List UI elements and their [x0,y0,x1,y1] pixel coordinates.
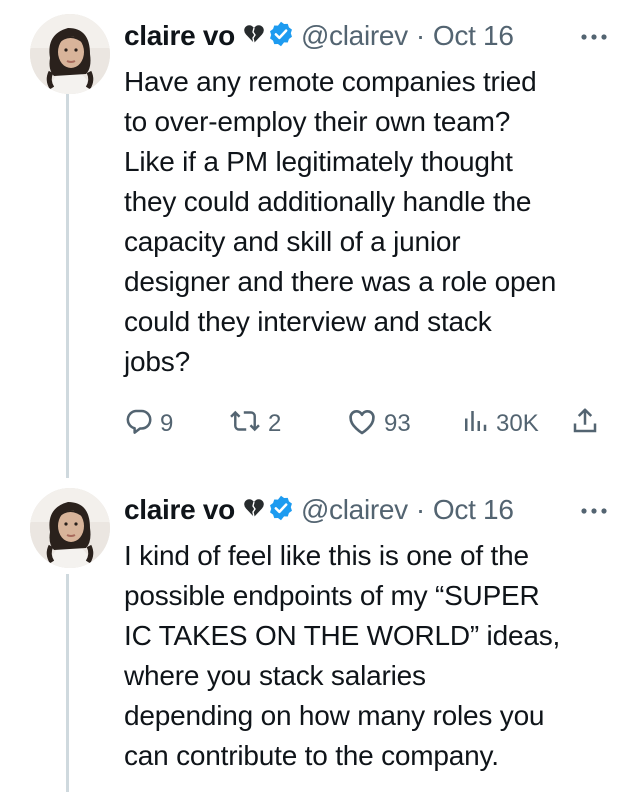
timestamp[interactable]: Oct 16 [433,20,514,52]
author-name[interactable]: claire vo [124,494,235,526]
tweet-text-line: Like if a PM legitimately thought [124,146,513,177]
separator-dot: · [415,494,425,525]
tweet-text-line: where you stack salaries [124,660,426,691]
author-handle[interactable]: @clairev [301,494,408,526]
view-count: 30K [496,410,539,437]
reply-icon [124,406,154,443]
verified-badge-icon[interactable] [267,494,295,527]
avatar[interactable] [30,14,110,94]
thread-connector-line [66,574,69,792]
black-heart-icon [243,23,265,50]
tweet-text-line: IC TAKES ON THE WORLD” ideas, [124,620,561,651]
more-icon[interactable] [580,30,608,48]
tweet-header: claire vo @clairev · Oct 16 [124,16,614,56]
tweet-text-line: possible endpoints of my “SUPER [124,580,540,611]
tweet-text-line: can contribute to the company. [124,740,499,771]
tweet-text-line: could they interview and stack [124,306,492,337]
tweet-text-line: Have any remote companies tried [124,66,537,97]
verified-badge-icon[interactable] [267,20,295,53]
author-name[interactable]: claire vo [124,20,235,52]
tweet-header: claire vo @clairev · Oct 16 [124,490,614,530]
thread-connector-line [66,94,69,478]
reply-button[interactable]: 9 [124,406,173,443]
tweet-text-line: they could additionally handle the [124,186,532,217]
timestamp[interactable]: Oct 16 [433,494,514,526]
views-button[interactable]: 30K [460,406,539,443]
repost-count: 2 [268,410,282,437]
tweet-text-line: jobs? [124,346,190,377]
share-icon [570,406,600,443]
repost-icon [228,406,262,443]
author-handle[interactable]: @clairev [301,20,408,52]
tweet-text-line: to over-employ their own team? [124,106,511,137]
tweet-text: Have any remote companies tried to over-… [124,62,616,382]
like-icon [346,406,378,443]
tweet-text-line: designer and there was a role open [124,266,557,297]
repost-button[interactable]: 2 [228,406,281,443]
tweet-text-line: I kind of feel like this is one of the [124,540,529,571]
tweet-text-line: depending on how many roles you [124,700,545,731]
more-icon[interactable] [580,504,608,522]
tweet-text: I kind of feel like this is one of the p… [124,536,616,776]
avatar[interactable] [30,488,110,568]
share-button[interactable] [570,406,600,443]
tweet-text-line: capacity and skill of a junior [124,226,461,257]
black-heart-icon [243,497,265,524]
separator-dot: · [415,20,425,51]
like-count: 93 [384,410,411,437]
tweet-actions: 9 2 93 30K [124,404,614,444]
reply-count: 9 [160,410,174,437]
like-button[interactable]: 93 [346,406,411,443]
views-icon [460,406,490,443]
